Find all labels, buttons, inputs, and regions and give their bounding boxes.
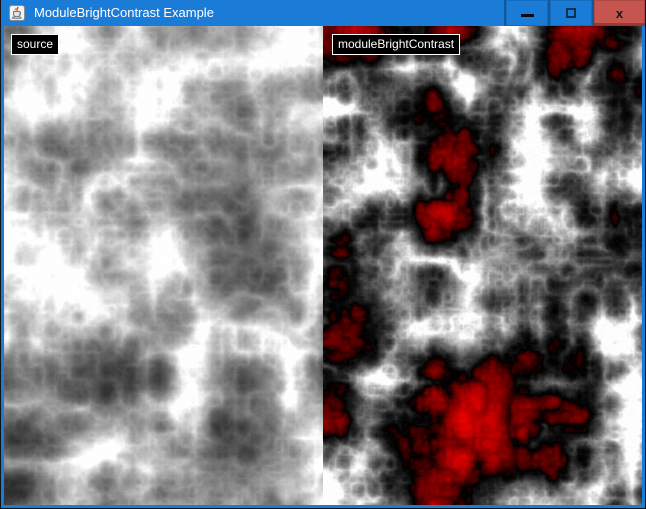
- close-button[interactable]: x: [594, 0, 645, 26]
- source-label: source: [11, 34, 59, 55]
- maximize-button[interactable]: [550, 0, 592, 26]
- source-image: [4, 26, 323, 505]
- maximize-icon: [566, 8, 576, 18]
- app-window: ModuleBrightContrast Example x source mo…: [0, 0, 646, 509]
- content-area: source moduleBrightContrast: [4, 26, 642, 505]
- window-title: ModuleBrightContrast Example: [34, 0, 214, 26]
- title-bar[interactable]: ModuleBrightContrast Example x: [1, 0, 645, 26]
- minimize-icon: [521, 14, 534, 17]
- minimize-button[interactable]: [506, 0, 548, 26]
- java-app-icon: [9, 5, 25, 21]
- modulebrightcontrast-image: [323, 26, 642, 505]
- window-controls: x: [504, 0, 645, 26]
- close-icon: x: [616, 7, 623, 20]
- modulebrightcontrast-label: moduleBrightContrast: [332, 34, 460, 55]
